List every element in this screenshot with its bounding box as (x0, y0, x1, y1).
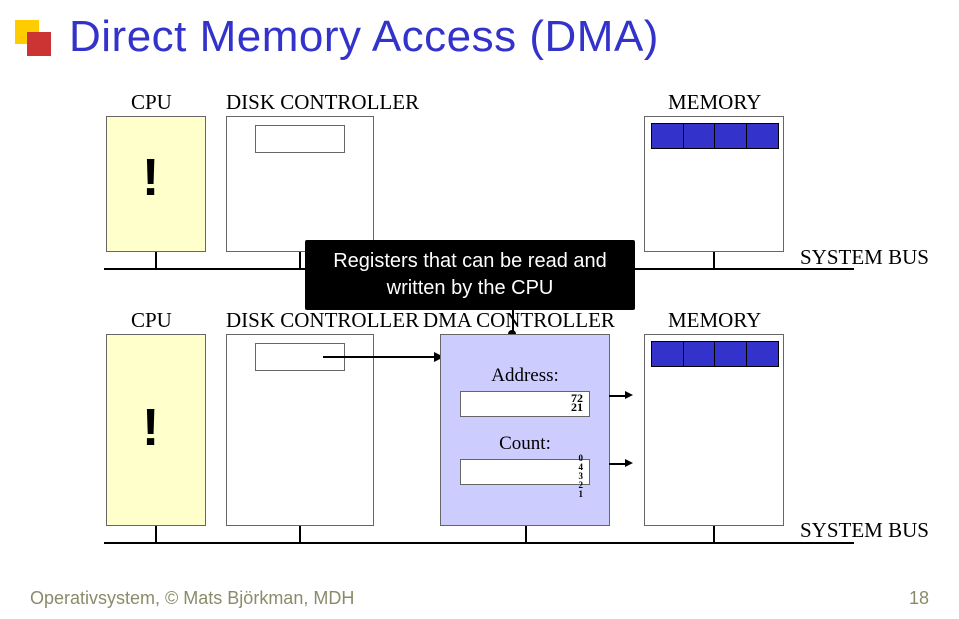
disk-controller-box (226, 116, 374, 252)
title-ornament-icon (15, 20, 51, 56)
exclaim-icon: ! (142, 398, 159, 458)
memory-cells (651, 341, 777, 367)
disk-buffer (255, 125, 345, 153)
disk-controller-label: DISK CONTROLLER (226, 90, 419, 115)
diagram-bottom: CPU ! DISK CONTROLLER DMA CONTROLLER Add… (70, 308, 930, 556)
count-field: 0 4 3 2 1 (460, 459, 590, 485)
memory-box (644, 116, 784, 252)
footer: Operativsystem, © Mats Björkman, MDH 18 (30, 588, 929, 609)
address-field: 72 21 (460, 391, 590, 417)
footer-left: Operativsystem, © Mats Björkman, MDH (30, 588, 354, 609)
page-title: Direct Memory Access (DMA) (69, 12, 659, 62)
memory-cells (651, 123, 777, 149)
callout-text: Registers that can be read and written b… (333, 250, 607, 299)
callout-box: Registers that can be read and written b… (305, 240, 635, 310)
count-label: Count: (499, 433, 551, 455)
cpu-label: CPU (131, 308, 172, 333)
memory-label: MEMORY (668, 308, 761, 333)
system-bus-label: SYSTEM BUS (800, 518, 929, 543)
dma-controller-box: Address: 72 21 Count: 0 4 3 2 1 (440, 334, 610, 526)
disk-controller-box (226, 334, 374, 526)
cpu-label: CPU (131, 90, 172, 115)
memory-label: MEMORY (668, 90, 761, 115)
exclaim-icon: ! (142, 148, 159, 208)
dma-controller-label: DMA CONTROLLER (423, 308, 615, 333)
slide-title-row: Direct Memory Access (DMA) (15, 12, 659, 62)
page-number: 18 (909, 588, 929, 609)
address-label: Address: (491, 365, 559, 387)
disk-controller-label: DISK CONTROLLER (226, 308, 419, 333)
system-bus-line (104, 542, 854, 544)
arrow-line (323, 356, 440, 358)
memory-box (644, 334, 784, 526)
system-bus-label: SYSTEM BUS (800, 245, 929, 270)
